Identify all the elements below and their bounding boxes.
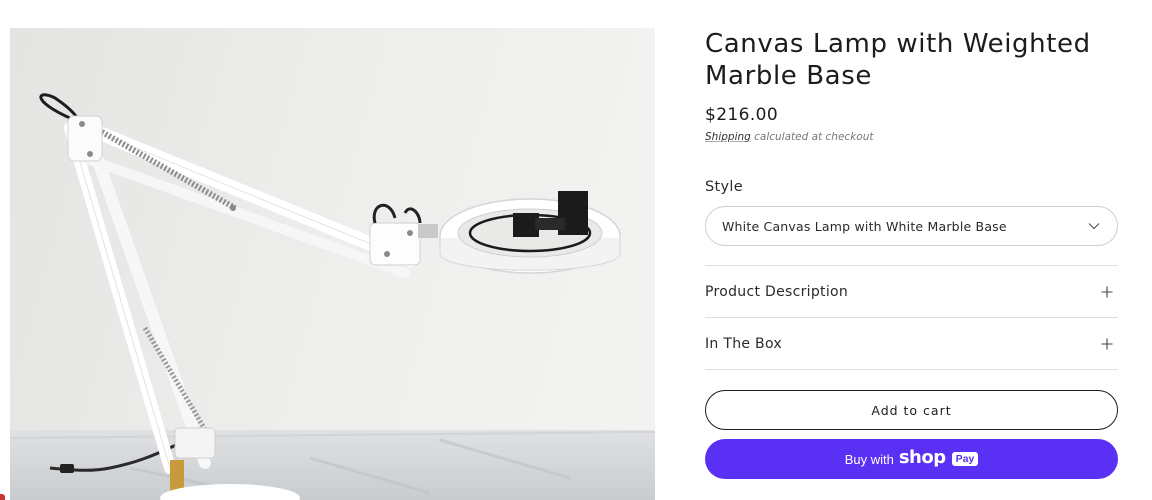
accordion-in-the-box[interactable]: In The Box bbox=[705, 318, 1118, 370]
product-info: Canvas Lamp with Weighted Marble Base $2… bbox=[705, 28, 1118, 479]
product-image[interactable] bbox=[10, 28, 655, 500]
accordion-label: Product Description bbox=[705, 283, 849, 300]
shipping-note: Shipping calculated at checkout bbox=[705, 131, 1118, 143]
buy-with-label: Buy with bbox=[844, 451, 894, 467]
desk-lamp-photo-icon bbox=[10, 28, 655, 500]
shop-pay-button[interactable]: Buy with shop Pay bbox=[705, 439, 1118, 479]
product-title: Canvas Lamp with Weighted Marble Base bbox=[705, 29, 1091, 91]
shipping-link[interactable]: Shipping bbox=[705, 131, 751, 143]
accordion-label: In The Box bbox=[705, 335, 782, 352]
plus-icon bbox=[1100, 285, 1114, 299]
style-select-value: White Canvas Lamp with White Marble Base bbox=[722, 218, 1007, 234]
product-accordion: Product Description In The Box bbox=[705, 265, 1118, 370]
chevron-down-icon bbox=[1087, 219, 1101, 233]
shop-logo-text: shop bbox=[898, 447, 946, 468]
style-label: Style bbox=[705, 179, 743, 195]
product-price: $216.00 bbox=[705, 105, 779, 125]
plus-icon bbox=[1100, 337, 1114, 351]
accordion-product-description[interactable]: Product Description bbox=[705, 266, 1118, 318]
add-to-cart-button[interactable]: Add to cart bbox=[705, 390, 1118, 430]
pay-badge: Pay bbox=[951, 452, 979, 466]
style-select[interactable]: White Canvas Lamp with White Marble Base bbox=[705, 206, 1118, 246]
shipping-text: calculated at checkout bbox=[754, 131, 874, 143]
chat-widget-edge[interactable] bbox=[0, 494, 5, 500]
